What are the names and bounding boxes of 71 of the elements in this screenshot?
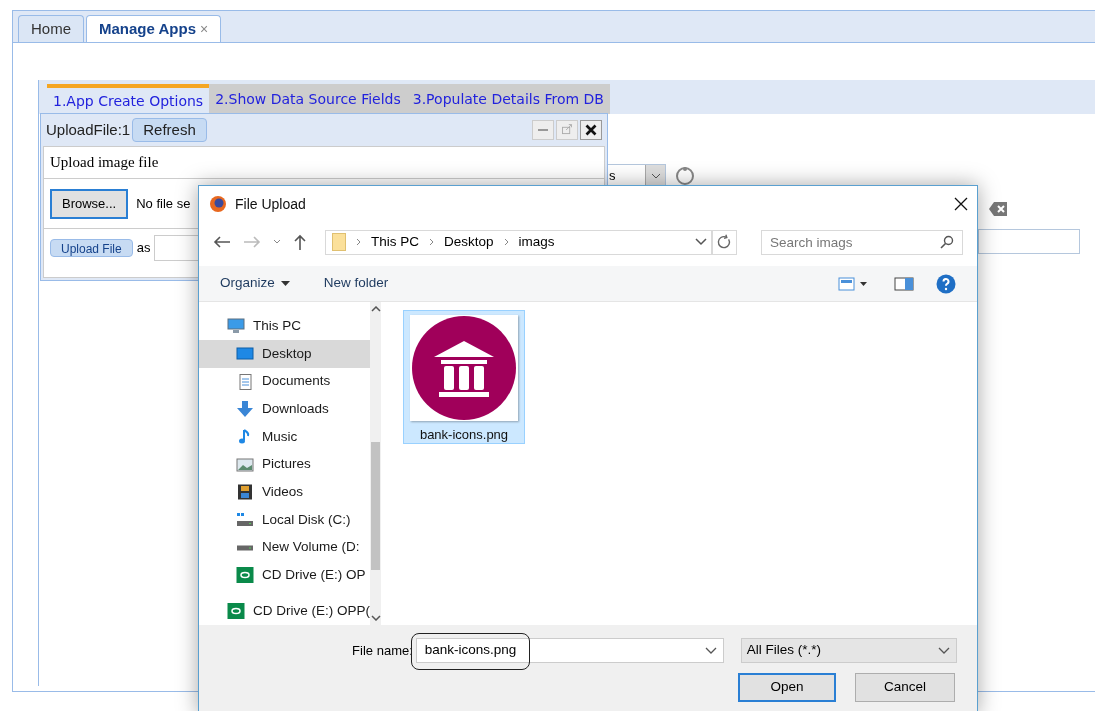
close-icon[interactable]: [953, 196, 969, 212]
file-type-dropdown[interactable]: All Files (*.*): [740, 638, 957, 663]
breadcrumb-item[interactable]: This PC: [371, 231, 419, 253]
view-options-icon[interactable]: [838, 276, 868, 291]
chevron-icon: [645, 165, 665, 187]
file-item[interactable]: bank-icons.png: [403, 310, 525, 444]
chevron-right-icon: [356, 238, 361, 246]
file-name-text: bank-icons.png: [419, 426, 509, 444]
open-button[interactable]: Open: [738, 673, 836, 702]
disc-drive-icon: [227, 603, 245, 620]
clear-icon[interactable]: [989, 202, 1007, 216]
as-label: as: [136, 239, 151, 258]
chevron-down-icon[interactable]: [273, 239, 281, 245]
chevron-down-icon[interactable]: [695, 238, 707, 246]
folder-tree-item[interactable]: Documents: [199, 367, 370, 396]
organize-menu[interactable]: Organize: [220, 273, 290, 294]
scroll-up-icon[interactable]: [370, 306, 381, 312]
breadcrumb-item[interactable]: Desktop: [444, 231, 494, 253]
file-name-field[interactable]: bank-icons.png: [415, 638, 724, 663]
folder-tree-item[interactable]: CD Drive (E:) OPP(: [199, 597, 370, 625]
new-folder-button[interactable]: New folder: [323, 273, 389, 294]
refresh-button[interactable]: Refresh: [132, 118, 207, 142]
file-name-label: File name:: [351, 641, 413, 660]
folder-tree-item[interactable]: Desktop: [199, 340, 370, 368]
folder-tree-item[interactable]: This PC: [199, 312, 370, 340]
tab[interactable]: Manage Apps ×: [86, 15, 222, 42]
chevron-down-icon[interactable]: [704, 646, 717, 655]
address-bar[interactable]: This PC Desktop imags: [325, 229, 712, 255]
picture-icon: [236, 456, 254, 473]
close-icon[interactable]: [580, 120, 602, 140]
folder-tree-item[interactable]: Videos: [199, 478, 370, 507]
preview-pane-icon[interactable]: [894, 276, 914, 291]
chevron-down-icon: [938, 646, 950, 655]
folder-tree-item[interactable]: CD Drive (E:) OP: [199, 561, 370, 590]
drive-icon: [236, 511, 254, 528]
back-arrow-icon[interactable]: [213, 235, 231, 249]
upload-file-button[interactable]: Upload File: [50, 239, 133, 257]
browser-logo-icon: [209, 195, 227, 213]
wizard-step-tab[interactable]: 3.Populate Details From DB: [406, 84, 610, 114]
document-icon: [236, 373, 254, 390]
down-arrow-icon: [236, 401, 254, 418]
refresh-icon[interactable]: [675, 166, 695, 186]
panel-title: UploadFile:1: [46, 119, 131, 140]
search-icon: [940, 234, 954, 249]
cancel-button[interactable]: Cancel: [855, 673, 955, 702]
upload-heading: Upload image file: [44, 147, 604, 179]
search-field[interactable]: Search imags: [761, 229, 963, 255]
help-icon[interactable]: [936, 273, 956, 294]
monitor-icon: [227, 318, 245, 334]
breadcrumb-item[interactable]: imags: [518, 231, 555, 253]
folder-tree-item[interactable]: Music: [199, 423, 370, 451]
desktop-icon: [236, 345, 254, 362]
folder-tree-item[interactable]: Downloads: [199, 395, 370, 423]
film-icon: [236, 484, 254, 501]
folder-tree-item[interactable]: Pictures: [199, 450, 370, 479]
scrollbar[interactable]: [370, 302, 381, 625]
dialog-title: File Upload: [235, 194, 306, 214]
chevron-right-icon: [503, 238, 509, 246]
drive-icon: [236, 544, 254, 551]
scroll-down-icon[interactable]: [370, 615, 381, 621]
chevron-right-icon: [429, 238, 434, 246]
wizard-step-tab[interactable]: 2.Show Data Source Fields: [209, 84, 407, 114]
folder-tree-item[interactable]: Local Disk (C:): [199, 506, 370, 534]
browse-button[interactable]: Browse...: [50, 188, 129, 219]
tab[interactable]: Home: [18, 15, 84, 42]
folder-tree-item[interactable]: New Volume (D:: [199, 533, 370, 562]
up-arrow-icon[interactable]: [293, 234, 307, 250]
folder-icon: [332, 233, 346, 251]
file-status-text: No file se: [136, 194, 191, 213]
disc-drive-icon: [236, 567, 254, 584]
text-input[interactable]: [978, 229, 1080, 254]
